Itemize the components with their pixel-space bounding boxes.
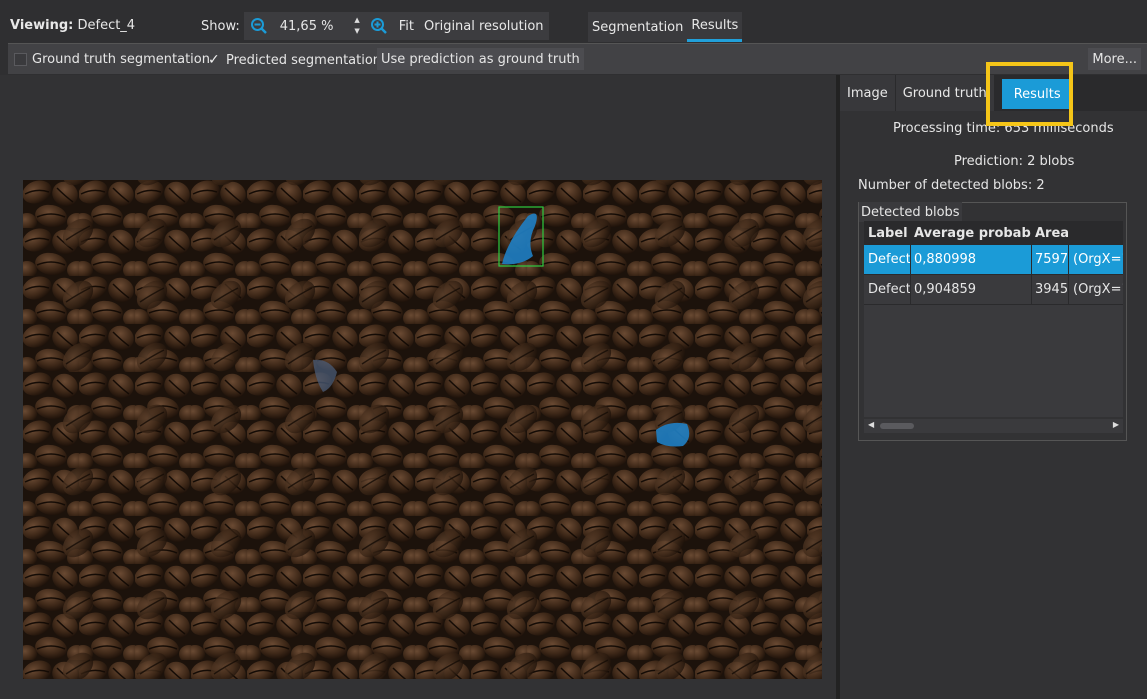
- detected-blobs-title: Detected blobs: [859, 202, 962, 222]
- ground-truth-checkbox[interactable]: Ground truth segmentation: [14, 52, 210, 67]
- checkmark-icon[interactable]: ✓: [208, 52, 221, 68]
- original-resolution-button[interactable]: Original resolution: [419, 12, 549, 40]
- column-header-area[interactable]: Area: [1032, 221, 1069, 245]
- more-button[interactable]: More...: [1088, 48, 1141, 70]
- tab-image[interactable]: Image: [840, 75, 895, 111]
- zoom-spinbox[interactable]: 41,65 % ▲ ▼: [273, 12, 364, 40]
- cell-probability: 0,880998: [911, 245, 1032, 274]
- zoom-value: 41,65 %: [279, 18, 334, 34]
- table-row[interactable]: Defect 0,904859 3945 (OrgX=1: [864, 275, 1123, 305]
- show-label: Show:: [201, 18, 240, 34]
- zoom-in-icon: [370, 18, 387, 34]
- scroll-left-arrow-icon[interactable]: ◀: [868, 420, 874, 429]
- viewing-value: Defect_4: [77, 18, 136, 33]
- table-row[interactable]: Defect 0,880998 7597 (OrgX=1: [864, 245, 1123, 275]
- mode-tabs: Segmentation Results: [588, 12, 743, 42]
- tab-ground-truth[interactable]: Ground truth: [895, 75, 994, 111]
- table-header: Label Average probability Area: [864, 221, 1123, 245]
- predicted-segmentation-checkbox[interactable]: ✓ Predicted segmentation: [208, 52, 381, 68]
- blobs-table[interactable]: Label Average probability Area Defect 0,…: [864, 221, 1123, 417]
- zoom-in-button[interactable]: [363, 12, 394, 40]
- results-tab-highlight: [986, 62, 1073, 126]
- cell-probability: 0,904859: [911, 275, 1032, 304]
- column-header-extra[interactable]: [1069, 221, 1123, 245]
- fit-button[interactable]: Fit: [393, 12, 419, 40]
- zoom-out-icon: [250, 18, 267, 34]
- tab-segmentation[interactable]: Segmentation: [588, 12, 688, 42]
- cell-extra: (OrgX=1: [1073, 282, 1123, 297]
- zoom-out-button[interactable]: [243, 12, 274, 40]
- use-prediction-button[interactable]: Use prediction as ground truth: [377, 48, 584, 70]
- cell-extra: (OrgX=1: [1073, 252, 1123, 267]
- image-viewer[interactable]: [0, 75, 836, 699]
- scroll-right-arrow-icon[interactable]: ▶: [1113, 420, 1119, 429]
- column-header-probability[interactable]: Average probability: [911, 221, 1032, 245]
- tab-results[interactable]: Results: [687, 12, 743, 42]
- detected-blobs-count: Number of detected blobs: 2: [858, 178, 1045, 193]
- ground-truth-label: Ground truth segmentation: [32, 52, 210, 67]
- image-canvas: [23, 180, 822, 679]
- coffee-beans-image[interactable]: [23, 180, 822, 679]
- top-toolbar: Viewing: Defect_4 Show: 41,65 % ▲ ▼ Fit O…: [0, 0, 1147, 42]
- cell-area: 7597: [1032, 245, 1069, 274]
- viewing-indicator: Viewing: Defect_4: [10, 18, 135, 33]
- segmentation-options-bar: Ground truth segmentation ✓ Predicted se…: [8, 43, 1147, 74]
- scrollbar-thumb[interactable]: [880, 423, 914, 429]
- table-horizontal-scrollbar[interactable]: ◀ ▶: [864, 419, 1123, 433]
- predicted-label: Predicted segmentation: [226, 52, 382, 68]
- viewing-label: Viewing:: [10, 18, 74, 33]
- column-header-label[interactable]: Label: [864, 221, 911, 245]
- zoom-controls: Show: 41,65 % ▲ ▼ Fit Original resolution: [197, 12, 549, 40]
- cell-area: 3945: [1032, 275, 1069, 304]
- cell-label: Defect: [864, 245, 911, 274]
- cell-label: Defect: [864, 275, 911, 304]
- results-panel: Image Ground truth Results Processing ti…: [840, 75, 1147, 699]
- checkbox-box[interactable]: [14, 53, 27, 66]
- spin-arrows-icon[interactable]: ▲ ▼: [354, 15, 359, 37]
- prediction-summary: Prediction: 2 blobs: [954, 154, 1075, 169]
